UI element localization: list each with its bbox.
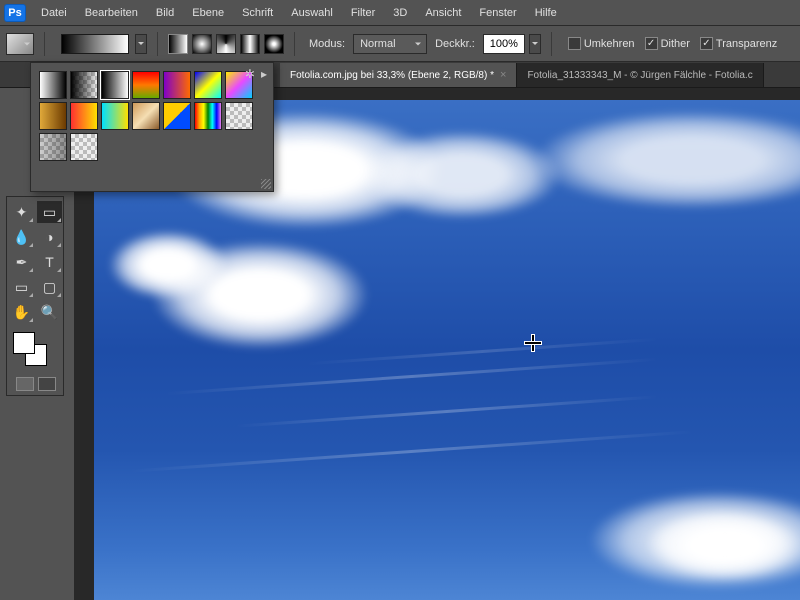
tools-panel: ✦ ▭ 💧 ◑ ✒ T ▭ ▢ ✋ 🔍 (6, 196, 64, 396)
tab-title: Fotolia_31333343_M - © Jürgen Fälchle - … (527, 70, 752, 81)
close-icon[interactable]: × (500, 69, 506, 81)
gradient-swatch[interactable] (132, 102, 160, 130)
gradient-picker-popup: ✲ ▸ (30, 62, 274, 192)
menu-window[interactable]: Fenster (470, 3, 525, 23)
opacity-label: Deckkr.: (435, 38, 475, 50)
opacity-field[interactable]: 100% (483, 34, 525, 54)
document-tab[interactable]: Fotolia.com.jpg bei 33,3% (Ebene 2, RGB/… (280, 63, 517, 87)
chevron-right-icon[interactable]: ▸ (261, 67, 267, 81)
menu-help[interactable]: Hilfe (526, 3, 566, 23)
opacity-slider-toggle[interactable] (529, 34, 541, 54)
foreground-color[interactable] (13, 332, 35, 354)
pen-tool[interactable]: ✒ (9, 251, 34, 273)
gradient-type-angle[interactable] (216, 34, 236, 54)
document-tab[interactable]: Fotolia_31333343_M - © Jürgen Fälchle - … (517, 63, 763, 87)
separator (157, 32, 158, 56)
gradient-type-linear[interactable] (168, 34, 188, 54)
gradient-type-diamond[interactable] (264, 34, 284, 54)
gradient-swatch[interactable] (39, 71, 67, 99)
gear-icon[interactable]: ✲ (245, 67, 255, 81)
gradient-swatch[interactable] (39, 133, 67, 161)
separator (294, 32, 295, 56)
gradient-swatch[interactable] (101, 102, 129, 130)
menu-bar: Ps Datei Bearbeiten Bild Ebene Schrift A… (0, 0, 800, 26)
menu-layer[interactable]: Ebene (183, 3, 233, 23)
gradient-swatch[interactable] (194, 71, 222, 99)
menu-file[interactable]: Datei (32, 3, 76, 23)
reverse-checkbox-wrap[interactable]: Umkehren (568, 37, 635, 50)
gradient-swatch[interactable] (163, 71, 191, 99)
quickmask-icon[interactable] (16, 377, 34, 391)
history-brush-tool[interactable]: ✦ (9, 201, 34, 223)
hand-tool[interactable]: ✋ (9, 301, 34, 323)
gradient-tool[interactable]: ▭ (37, 201, 62, 223)
gradient-swatch[interactable] (70, 102, 98, 130)
tab-title: Fotolia.com.jpg bei 33,3% (Ebene 2, RGB/… (290, 70, 494, 81)
mode-label: Modus: (309, 38, 345, 50)
crosshair-cursor-icon (525, 335, 541, 351)
menu-filter[interactable]: Filter (342, 3, 384, 23)
blur-tool[interactable]: 💧 (9, 226, 34, 248)
blend-mode-select[interactable]: Normal (353, 34, 427, 54)
reverse-label: Umkehren (584, 38, 635, 50)
gradient-swatch[interactable] (70, 133, 98, 161)
screen-mode-switch[interactable] (9, 373, 62, 391)
gradient-swatch[interactable] (39, 102, 67, 130)
screenmode-icon[interactable] (38, 377, 56, 391)
color-swatches[interactable] (9, 330, 62, 370)
gradient-preset-grid (39, 71, 265, 161)
menu-image[interactable]: Bild (147, 3, 183, 23)
gradient-swatch[interactable] (101, 71, 129, 99)
dither-label: Dither (661, 38, 690, 50)
checkbox-icon (568, 37, 581, 50)
gradient-swatch[interactable] (163, 102, 191, 130)
checkbox-icon (700, 37, 713, 50)
menu-type[interactable]: Schrift (233, 3, 282, 23)
menu-view[interactable]: Ansicht (416, 3, 470, 23)
separator (551, 32, 552, 56)
gradient-preview[interactable] (61, 34, 129, 54)
type-tool[interactable]: T (37, 251, 62, 273)
transparency-label: Transparenz (716, 38, 777, 50)
path-select-tool[interactable]: ▭ (9, 276, 34, 298)
dither-checkbox-wrap[interactable]: Dither (645, 37, 690, 50)
gradient-swatch[interactable] (70, 71, 98, 99)
gradient-type-radial[interactable] (192, 34, 212, 54)
gradient-type-reflected[interactable] (240, 34, 260, 54)
menu-select[interactable]: Auswahl (282, 3, 342, 23)
tool-preset-picker[interactable] (6, 33, 34, 55)
app-logo[interactable]: Ps (4, 4, 26, 22)
transparency-checkbox-wrap[interactable]: Transparenz (700, 37, 777, 50)
checkbox-icon (645, 37, 658, 50)
rectangle-tool[interactable]: ▢ (37, 276, 62, 298)
sponge-tool[interactable]: ◑ (37, 226, 62, 248)
gradient-swatch[interactable] (225, 102, 253, 130)
menu-edit[interactable]: Bearbeiten (76, 3, 147, 23)
resize-grip-icon[interactable] (261, 179, 271, 189)
zoom-tool[interactable]: 🔍 (37, 301, 62, 323)
gradient-swatch[interactable] (194, 102, 222, 130)
gradient-picker-toggle[interactable] (135, 34, 147, 54)
menu-3d[interactable]: 3D (384, 3, 416, 23)
options-bar: Modus: Normal Deckkr.: 100% Umkehren Dit… (0, 26, 800, 62)
separator (44, 32, 45, 56)
gradient-swatch[interactable] (132, 71, 160, 99)
